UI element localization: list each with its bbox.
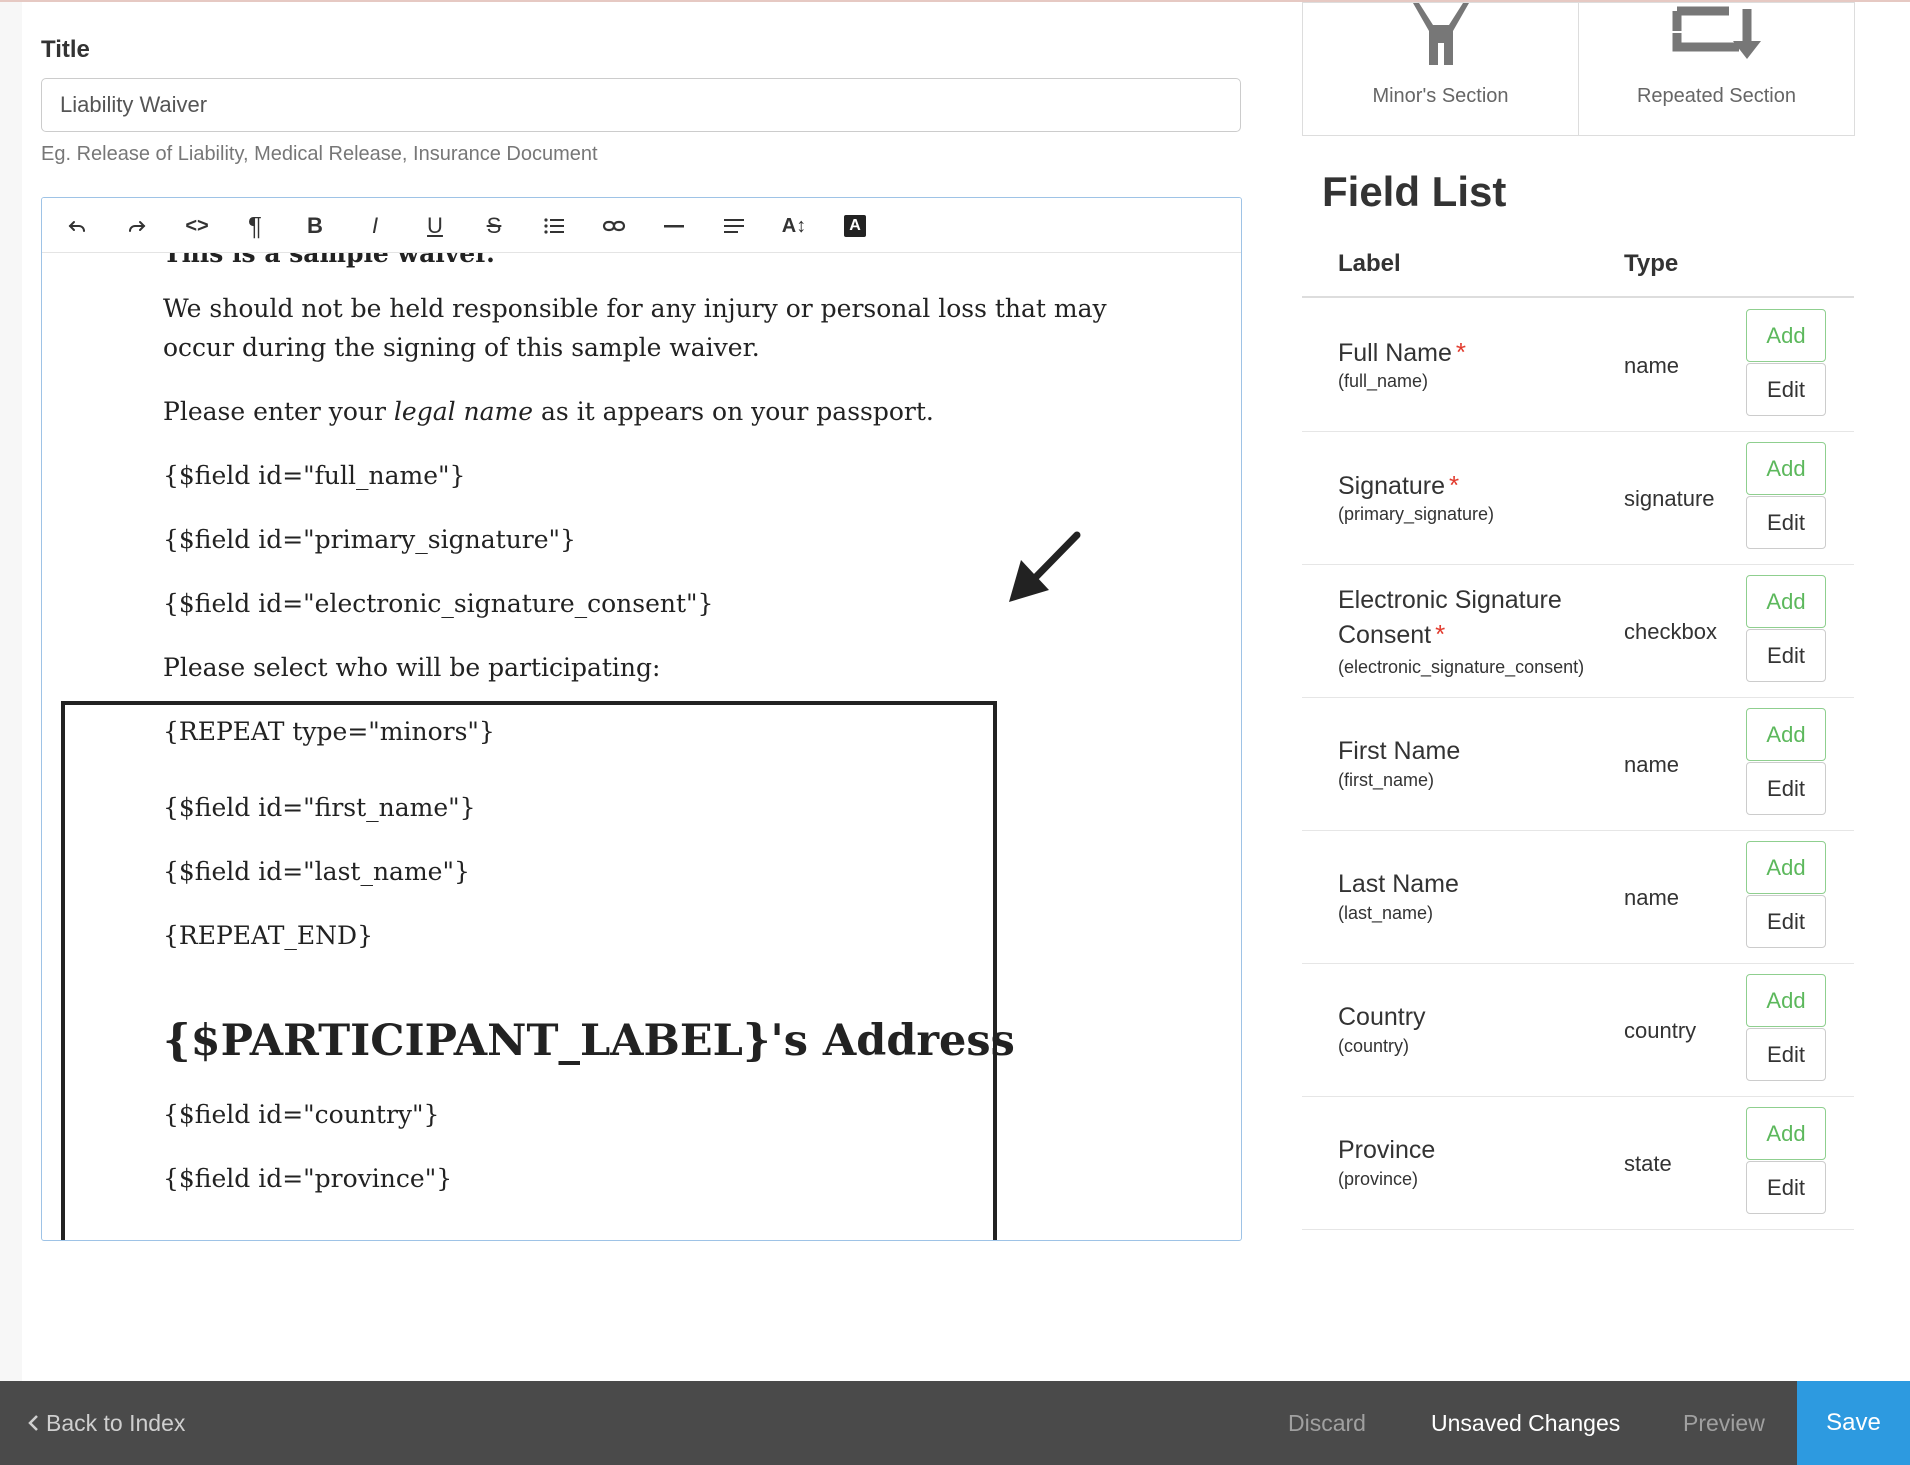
pointer-arrow-icon [1009,531,1081,602]
intro-line-2: occur during the signing of this sample … [163,333,760,362]
table-row: First Name (first_name) name Add Edit [1302,698,1854,831]
field-id: (country) [1338,1036,1410,1056]
strikethrough-icon[interactable]: S [472,208,516,244]
select-participants-text: Please select who will be participating: [163,653,661,682]
field-tag-primary-signature: {$field id="primary_signature"} [163,525,576,554]
add-button[interactable]: Add [1746,1107,1826,1160]
field-tag-consent: {$field id="electronic_signature_consent… [163,589,714,618]
field-label: Last Name [1338,870,1459,898]
repeat-icon [1672,6,1761,59]
field-id: (electronic_signature_consent) [1338,657,1585,677]
table-row: Province (province) state Add Edit [1302,1097,1854,1230]
table-row: Full Name * (full_name) name Add Edit [1302,299,1854,432]
cutoff-line: This is a sample waiver. [163,253,495,268]
edit-button[interactable]: Edit [1746,895,1826,948]
highlight-box [61,701,997,1240]
field-label: Electronic Signature Consent * [1338,586,1562,649]
field-type: name [1624,353,1680,378]
person-icon [1412,3,1469,65]
title-label: Title [41,36,90,63]
unsaved-changes-status: Unsaved Changes [1431,1409,1621,1436]
add-button[interactable]: Add [1746,708,1826,761]
chevron-left-icon [28,1415,38,1431]
undo-icon[interactable] [55,208,99,244]
add-button[interactable]: Add [1746,442,1826,495]
editor-content[interactable]: This is a sample waiver. We should not b… [42,253,1241,1240]
repeated-section-label: Repeated Section [1636,85,1796,107]
table-row: Country (country) country Add Edit [1302,964,1854,1097]
preview-button[interactable]: Preview [1683,1381,1765,1465]
add-button[interactable]: Add [1746,309,1826,362]
field-type: signature [1624,486,1715,511]
edit-button[interactable]: Edit [1746,496,1826,549]
edit-button[interactable]: Edit [1746,762,1826,815]
title-input[interactable] [41,78,1241,132]
field-tag-full-name: {$field id="full_name"} [163,461,466,490]
add-button[interactable]: Add [1746,841,1826,894]
italic-icon[interactable]: I [353,208,397,244]
paragraph-icon[interactable]: ¶ [233,208,277,244]
repeated-section-card[interactable]: Repeated Section [1578,2,1855,136]
add-button[interactable]: Add [1746,575,1826,628]
text-color-icon[interactable]: A [833,208,877,244]
field-type: name [1624,885,1680,910]
list-icon[interactable] [532,208,576,244]
minors-section-label: Minor's Section [1372,85,1509,107]
table-row: Last Name (last_name) name Add Edit [1302,831,1854,964]
add-button[interactable]: Add [1746,974,1826,1027]
field-type: country [1624,1018,1697,1043]
field-type: checkbox [1624,619,1717,644]
rich-text-editor[interactable]: <> ¶ B I U S A↕ A This is a sample waive… [41,197,1242,1241]
align-icon[interactable] [712,208,756,244]
link-icon[interactable] [592,208,636,244]
table-row: Electronic Signature Consent * (electroni… [1302,565,1854,698]
minors-section-card[interactable]: Minor's Section [1302,2,1579,136]
discard-button[interactable]: Discard [1288,1381,1366,1465]
edit-button[interactable]: Edit [1746,1161,1826,1214]
column-header-label: Label [1338,250,1401,277]
save-button[interactable]: Save [1797,1381,1910,1465]
field-id: (last_name) [1338,903,1434,923]
table-header-divider [1302,296,1854,298]
underline-icon[interactable]: U [413,208,457,244]
field-type: name [1624,752,1680,777]
field-id: (first_name) [1338,770,1435,790]
field-id: (full_name) [1338,371,1429,391]
back-to-index-link[interactable]: Back to Index [26,1381,185,1465]
field-id: (province) [1338,1169,1419,1189]
code-icon[interactable]: <> [175,208,219,244]
redo-icon[interactable] [115,208,159,244]
field-label: Province [1338,1136,1436,1164]
field-type: state [1624,1151,1672,1176]
field-id: (primary_signature) [1338,504,1495,524]
footer-bar: Back to Index Discard Unsaved Changes Pr… [0,1381,1910,1465]
intro-line-1: We should not be held responsible for an… [163,294,1107,323]
table-row: Signature * (primary_signature) signature… [1302,432,1854,565]
horizontal-rule-icon[interactable] [652,208,696,244]
field-label: Full Name * [1338,337,1467,367]
edit-button[interactable]: Edit [1746,1028,1826,1081]
field-label: Signature * [1338,470,1460,500]
bold-icon[interactable]: B [293,208,337,244]
edit-button[interactable]: Edit [1746,629,1826,682]
editor-toolbar: <> ¶ B I U S A↕ A [42,198,1241,253]
title-help-text: Eg. Release of Liability, Medical Releas… [41,143,598,165]
column-header-type: Type [1624,250,1679,277]
field-label: Country [1338,1003,1426,1031]
legal-name-paragraph: Please enter your legal name as it appea… [163,397,934,426]
font-size-icon[interactable]: A↕ [772,208,816,244]
edit-button[interactable]: Edit [1746,363,1826,416]
field-label: First Name [1338,737,1461,765]
field-list-title: Field List [1322,168,1507,215]
